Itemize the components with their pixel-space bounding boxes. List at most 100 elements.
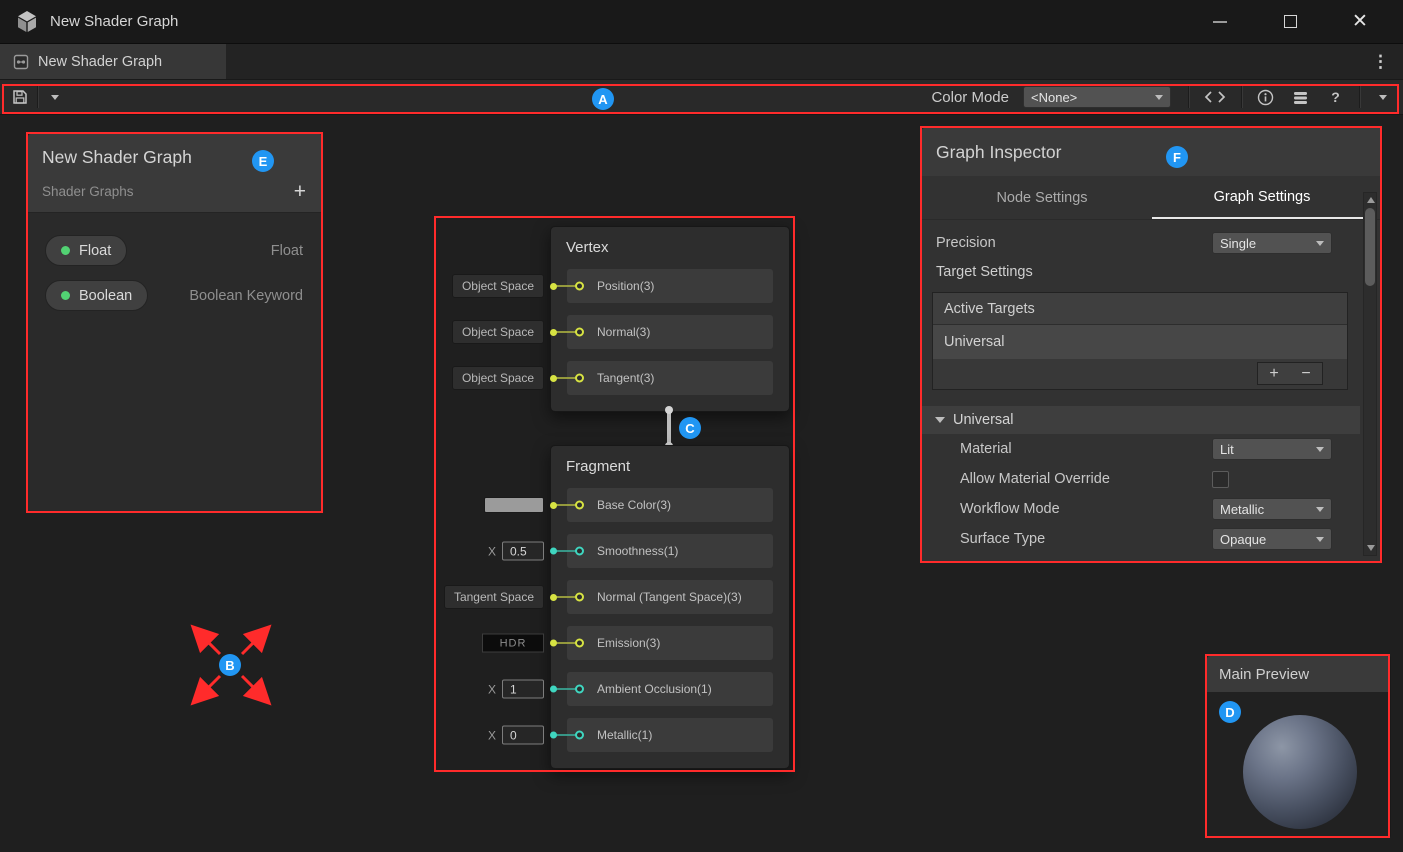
fragment-slot-ambient-occlusion[interactable]: X 1 Ambient Occlusion(1) <box>567 672 773 706</box>
color-mode-label: Color Mode <box>931 89 1009 106</box>
slot-label: Metallic(1) <box>597 728 652 742</box>
precision-value: Single <box>1220 236 1256 251</box>
input-port-icon[interactable] <box>575 547 584 556</box>
kebab-menu-icon[interactable]: ⋮ <box>1372 52 1389 72</box>
toolbar-separator <box>37 86 38 108</box>
universal-foldout[interactable]: Universal <box>922 406 1360 434</box>
minimize-icon <box>1213 21 1227 23</box>
tab-new-shader-graph[interactable]: New Shader Graph <box>0 44 226 79</box>
fragment-slot-smoothness[interactable]: X 0.5 Smoothness(1) <box>567 534 773 568</box>
fragment-node-title[interactable]: Fragment <box>551 446 789 486</box>
blackboard-header[interactable]: New Shader Graph Shader Graphs + <box>28 134 322 213</box>
main-preview-viewport[interactable] <box>1207 692 1390 838</box>
port-dot-icon <box>550 732 557 739</box>
property-pill[interactable]: Boolean <box>45 280 148 311</box>
space-pill[interactable]: Object Space <box>452 274 544 298</box>
float-field-widget[interactable]: X 1 <box>488 680 557 699</box>
vertex-slot-position[interactable]: Object Space Position(3) <box>567 269 773 303</box>
float-input-field[interactable]: 0.5 <box>502 542 544 561</box>
color-swatch-widget[interactable] <box>484 497 557 513</box>
minimize-button[interactable] <box>1207 9 1233 35</box>
float-input-field[interactable]: 0 <box>502 726 544 745</box>
toolbar-right-group: Color Mode <None> <box>931 84 1397 110</box>
inspector-toggle-button[interactable] <box>1286 84 1315 110</box>
material-value: Lit <box>1220 442 1234 457</box>
input-port-icon[interactable] <box>575 374 584 383</box>
inspector-content: Precision Single Target Settings Active … <box>922 220 1382 554</box>
vertex-slot-tangent[interactable]: Object Space Tangent(3) <box>567 361 773 395</box>
active-targets-footer: + − <box>933 359 1347 389</box>
input-port-icon[interactable] <box>575 501 584 510</box>
vertex-slot-normal[interactable]: Object Space Normal(3) <box>567 315 773 349</box>
graph-inspector-title[interactable]: Graph Inspector <box>922 128 1382 176</box>
scroll-down-icon[interactable] <box>1367 545 1375 551</box>
allow-material-override-checkbox[interactable] <box>1212 471 1229 488</box>
input-port-icon[interactable] <box>575 685 584 694</box>
code-icon <box>1204 90 1226 104</box>
float-input-field[interactable]: 1 <box>502 680 544 699</box>
input-port-icon[interactable] <box>575 731 584 740</box>
surface-type-dropdown[interactable]: Opaque <box>1212 528 1332 550</box>
generate-code-button[interactable] <box>1198 84 1232 110</box>
space-selector-widget[interactable]: Tangent Space <box>444 585 557 609</box>
blackboard-title: New Shader Graph <box>42 147 308 168</box>
close-icon: ✕ <box>1352 12 1368 31</box>
scrollbar-thumb[interactable] <box>1365 208 1375 286</box>
universal-foldout-label: Universal <box>953 412 1013 428</box>
workflow-mode-dropdown[interactable]: Metallic <box>1212 498 1332 520</box>
vertex-node[interactable]: Vertex Object Space Position(3) Object S… <box>550 226 790 412</box>
scroll-up-icon[interactable] <box>1367 197 1375 203</box>
slot-label: Smoothness(1) <box>597 544 678 558</box>
input-port-icon[interactable] <box>575 593 584 602</box>
color-swatch[interactable] <box>484 497 544 513</box>
fragment-slot-base-color[interactable]: Base Color(3) <box>567 488 773 522</box>
panels-dropdown-button[interactable] <box>1369 84 1397 110</box>
preview-sphere[interactable] <box>1243 715 1357 829</box>
surface-type-label: Surface Type <box>960 531 1212 547</box>
color-mode-dropdown[interactable]: <None> <box>1023 86 1171 108</box>
vertex-node-title[interactable]: Vertex <box>551 227 789 267</box>
input-port-icon[interactable] <box>575 282 584 291</box>
active-target-universal[interactable]: Universal <box>933 325 1347 359</box>
save-options-dropdown[interactable] <box>41 84 69 110</box>
add-property-button[interactable]: + <box>294 181 308 202</box>
main-preview-title[interactable]: Main Preview <box>1207 656 1390 692</box>
close-button[interactable]: ✕ <box>1347 9 1373 35</box>
float-field-widget[interactable]: X 0.5 <box>488 542 557 561</box>
add-target-button[interactable]: + <box>1258 363 1290 384</box>
tab-graph-settings[interactable]: Graph Settings <box>1152 176 1372 219</box>
fragment-slot-metallic[interactable]: X 0 Metallic(1) <box>567 718 773 752</box>
property-pill[interactable]: Float <box>45 235 127 266</box>
inspector-scrollbar[interactable] <box>1363 192 1377 556</box>
blackboard-item-float[interactable]: Float Float <box>28 235 322 266</box>
space-selector-widget[interactable]: Object Space <box>452 366 557 390</box>
material-dropdown[interactable]: Lit <box>1212 438 1332 460</box>
space-pill[interactable]: Object Space <box>452 320 544 344</box>
fragment-slot-normal[interactable]: Tangent Space Normal (Tangent Space)(3) <box>567 580 773 614</box>
space-selector-widget[interactable]: Object Space <box>452 320 557 344</box>
hdr-swatch[interactable]: HDR <box>482 634 544 653</box>
vertex-fragment-edge[interactable] <box>667 410 671 446</box>
space-selector-widget[interactable]: Object Space <box>452 274 557 298</box>
port-dot-icon <box>550 686 557 693</box>
port-dot-icon <box>550 548 557 555</box>
port-dot-icon <box>550 594 557 601</box>
remove-target-button[interactable]: − <box>1290 363 1322 384</box>
hdr-color-widget[interactable]: HDR <box>482 634 557 653</box>
fragment-node[interactable]: Fragment Base Color(3) X 0.5 <box>550 445 790 769</box>
input-port-icon[interactable] <box>575 639 584 648</box>
space-pill[interactable]: Tangent Space <box>444 585 544 609</box>
fragment-slot-emission[interactable]: HDR Emission(3) <box>567 626 773 660</box>
blackboard-item-boolean[interactable]: Boolean Boolean Keyword <box>28 280 322 311</box>
toolbar-separator <box>1359 86 1360 108</box>
precision-dropdown[interactable]: Single <box>1212 232 1332 254</box>
help-button[interactable]: ? <box>1321 84 1350 110</box>
input-port-icon[interactable] <box>575 328 584 337</box>
space-pill[interactable]: Object Space <box>452 366 544 390</box>
blackboard-toggle-button[interactable] <box>1251 84 1280 110</box>
tab-node-settings[interactable]: Node Settings <box>932 176 1152 219</box>
float-field-widget[interactable]: X 0 <box>488 726 557 745</box>
window-title: New Shader Graph <box>50 13 178 30</box>
save-asset-button[interactable] <box>6 84 34 110</box>
maximize-button[interactable] <box>1277 9 1303 35</box>
